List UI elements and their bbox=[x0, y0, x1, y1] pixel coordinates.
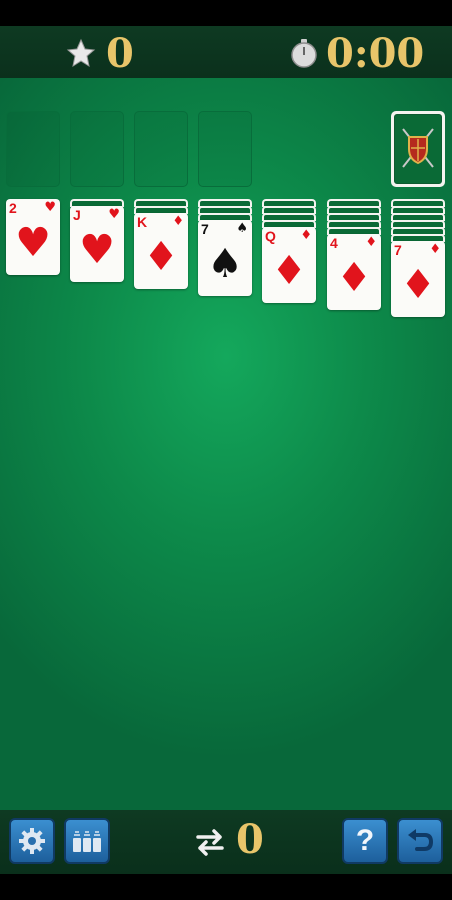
card-suit-large: ♠ bbox=[207, 241, 243, 287]
card-suit-small: ♥ bbox=[44, 200, 56, 215]
card-suit-large: ♦ bbox=[271, 248, 307, 294]
tableau-card-1[interactable]: 2 ♥ ♥ bbox=[6, 199, 60, 275]
card-table: 2 ♥ ♥ J ♥ ♥ K ♦ ♦ 7 ♠ ♠ Q ♦ ♦ 4 ♦ ♦ 7 ♦ ♦ bbox=[0, 78, 452, 810]
card-suit-large: ♦ bbox=[143, 234, 179, 280]
navigation-bar bbox=[0, 874, 452, 900]
card-suit-large: ♥ bbox=[15, 220, 51, 266]
card-rank: 4 bbox=[330, 235, 338, 251]
tableau-card-5[interactable]: Q ♦ ♦ bbox=[262, 227, 316, 303]
card-suit-small: ♦ bbox=[172, 214, 184, 229]
score-value: 0 bbox=[106, 30, 135, 77]
card-suit-large: ♥ bbox=[79, 227, 115, 273]
moves-count: 0 bbox=[236, 816, 264, 863]
card-rank: 7 bbox=[394, 242, 402, 258]
timer-value: 0:00 bbox=[326, 30, 425, 77]
help-button[interactable]: ? bbox=[342, 818, 388, 864]
card-suit-small: ♦ bbox=[365, 235, 377, 250]
settings-button[interactable] bbox=[9, 818, 55, 864]
card-rank: 2 bbox=[9, 200, 17, 216]
stock-pile[interactable] bbox=[391, 111, 445, 187]
bottom-toolbar: 0 ? bbox=[0, 810, 452, 874]
swap-arrows-icon bbox=[196, 829, 224, 856]
card-suit-small: ♦ bbox=[300, 228, 312, 243]
tableau-card-3[interactable]: K ♦ ♦ bbox=[134, 213, 188, 289]
status-bar bbox=[0, 0, 452, 26]
tableau-card-7[interactable]: 7 ♦ ♦ bbox=[391, 241, 445, 317]
card-suit-small: ♠ bbox=[236, 221, 248, 236]
card-stacks-icon bbox=[73, 831, 101, 852]
card-rank: K bbox=[137, 214, 148, 230]
foundation-slot-1[interactable] bbox=[6, 111, 60, 187]
card-rank: 7 bbox=[201, 221, 209, 237]
tableau-card-6[interactable]: 4 ♦ ♦ bbox=[327, 234, 381, 310]
shield-with-swords-icon bbox=[402, 128, 434, 168]
stopwatch-icon bbox=[291, 39, 317, 68]
card-suit-large: ♦ bbox=[336, 255, 372, 301]
tableau-card-2[interactable]: J ♥ ♥ bbox=[70, 206, 124, 282]
foundation-slot-3[interactable] bbox=[134, 111, 188, 187]
card-suit-large: ♦ bbox=[400, 262, 436, 308]
tableau-card-4[interactable]: 7 ♠ ♠ bbox=[198, 220, 252, 296]
star-icon bbox=[66, 38, 96, 68]
foundation-slot-2[interactable] bbox=[70, 111, 124, 187]
themes-button[interactable] bbox=[64, 818, 110, 864]
card-suit-small: ♥ bbox=[108, 207, 120, 222]
card-suit-small: ♦ bbox=[429, 242, 441, 257]
question-icon: ? bbox=[355, 824, 375, 857]
undo-button[interactable] bbox=[397, 818, 443, 864]
undo-icon bbox=[408, 829, 434, 851]
score-bar: 0 0:00 bbox=[0, 26, 452, 78]
card-rank: J bbox=[73, 207, 81, 223]
gear-icon bbox=[19, 828, 45, 854]
card-rank: Q bbox=[265, 228, 276, 244]
foundation-slot-4[interactable] bbox=[198, 111, 252, 187]
